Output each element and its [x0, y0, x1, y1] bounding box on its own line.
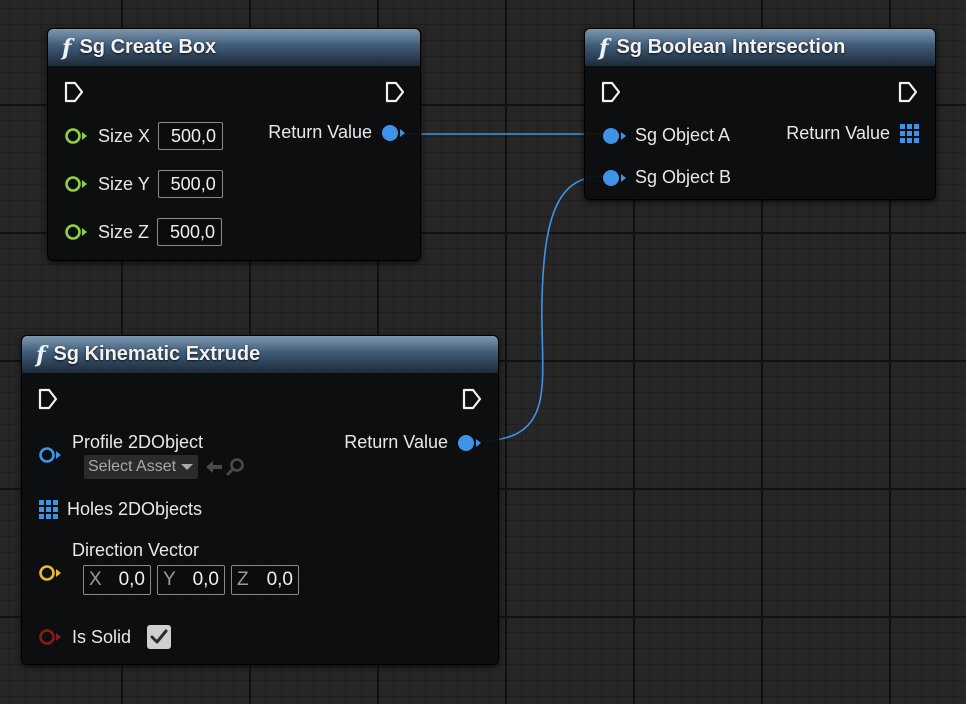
array-grid-icon[interactable] [39, 500, 58, 519]
size-x-input[interactable]: 500,0 [158, 122, 224, 150]
direction-vector-label: Direction Vector [72, 540, 200, 560]
vector-y-input[interactable]: Y 0,0 [157, 565, 225, 595]
pin-row-sg-object-a: Sg Object A [601, 125, 730, 146]
object-pin-icon[interactable] [601, 127, 627, 145]
exec-in-pin-icon[interactable] [64, 81, 84, 103]
pin-row-direction-vector: Direction Vector X 0,0 Y 0,0 Z 0,0 [38, 540, 305, 595]
node-header[interactable]: f Sg Create Box [48, 29, 420, 67]
axis-z-letter: Z [237, 569, 249, 590]
node-title: Sg Create Box [79, 36, 217, 58]
arrow-left-icon[interactable] [204, 458, 224, 476]
function-icon: f [62, 34, 72, 61]
select-asset-label: Select Asset [88, 458, 177, 475]
pin-row-profile-2dobject: Profile 2DObject Select Asset [38, 432, 246, 479]
node-sg-boolean-intersection[interactable]: f Sg Boolean Intersection Sg Object A Sg… [584, 28, 936, 200]
size-y-input[interactable]: 500,0 [157, 170, 223, 198]
size-x-label: Size X [98, 125, 151, 146]
node-sg-kinematic-extrude[interactable]: f Sg Kinematic Extrude Profile 2DObject … [21, 335, 499, 665]
size-z-label: Size Z [98, 221, 150, 242]
return-value-label: Return Value [268, 122, 372, 142]
float-pin-icon[interactable] [64, 223, 90, 241]
exec-in-pin-icon[interactable] [38, 388, 58, 410]
object-pin-icon[interactable] [456, 434, 482, 452]
vector-x-input[interactable]: X 0,0 [83, 565, 151, 595]
function-icon: f [599, 34, 609, 61]
pin-row-is-solid: Is Solid [38, 625, 172, 649]
exec-in-pin-icon[interactable] [601, 81, 621, 103]
node-title: Sg Kinematic Extrude [53, 343, 261, 365]
object-pin-icon[interactable] [38, 446, 64, 464]
axis-x-value: 0,0 [118, 569, 145, 590]
axis-y-letter: Y [163, 569, 176, 590]
vector-z-input[interactable]: Z 0,0 [231, 565, 299, 595]
object-pin-icon[interactable] [601, 169, 627, 187]
profile-2dobject-label: Profile 2DObject [72, 432, 204, 452]
node-header[interactable]: f Sg Boolean Intersection [585, 29, 935, 67]
sg-object-a-label: Sg Object A [635, 125, 731, 145]
pin-row-size-y: Size Y 500,0 [64, 170, 223, 198]
node-title: Sg Boolean Intersection [616, 36, 846, 58]
exec-out-pin-icon[interactable] [898, 81, 918, 103]
vector-pin-icon[interactable] [38, 564, 64, 582]
pin-row-return-value: Return Value [786, 123, 919, 144]
axis-x-letter: X [89, 569, 102, 590]
exec-out-pin-icon[interactable] [385, 81, 405, 103]
size-y-label: Size Y [98, 173, 150, 194]
object-pin-icon[interactable] [380, 124, 406, 142]
pin-row-return-value: Return Value [268, 122, 406, 143]
bool-pin-icon[interactable] [38, 628, 64, 646]
float-pin-icon[interactable] [64, 175, 90, 193]
is-solid-label: Is Solid [72, 626, 132, 647]
array-grid-icon[interactable] [900, 124, 919, 143]
pin-row-size-z: Size Z 500,0 [64, 218, 223, 246]
checkmark-icon [150, 629, 168, 644]
function-icon: f [36, 341, 46, 368]
float-pin-icon[interactable] [64, 127, 90, 145]
node-header[interactable]: f Sg Kinematic Extrude [22, 336, 498, 374]
return-value-label: Return Value [786, 123, 890, 143]
pin-row-size-x: Size X 500,0 [64, 122, 224, 150]
asset-picker: Select Asset [84, 455, 246, 479]
select-asset-dropdown[interactable]: Select Asset [84, 455, 199, 479]
return-value-label: Return Value [344, 432, 448, 452]
exec-out-pin-icon[interactable] [462, 388, 482, 410]
pin-row-return-value: Return Value [344, 432, 482, 453]
chevron-down-icon [181, 464, 194, 470]
direction-vector-group: Direction Vector X 0,0 Y 0,0 Z 0,0 [72, 540, 305, 595]
is-solid-checkbox[interactable] [147, 625, 172, 649]
pin-row-sg-object-b: Sg Object B [601, 167, 731, 188]
sg-object-b-label: Sg Object B [635, 167, 732, 187]
axis-z-value: 0,0 [266, 569, 293, 590]
axis-y-value: 0,0 [192, 569, 219, 590]
holes-2dobjects-label: Holes 2DObjects [67, 499, 203, 519]
profile-2dobject-group: Profile 2DObject Select Asset [72, 432, 246, 479]
vector-inputs: X 0,0 Y 0,0 Z 0,0 [83, 565, 305, 595]
pin-row-holes-2dobjects: Holes 2DObjects [39, 499, 202, 520]
size-z-input[interactable]: 500,0 [157, 218, 223, 246]
search-icon[interactable] [226, 457, 246, 477]
node-sg-create-box[interactable]: f Sg Create Box Size X 500,0 Size Y 500,… [47, 28, 421, 261]
